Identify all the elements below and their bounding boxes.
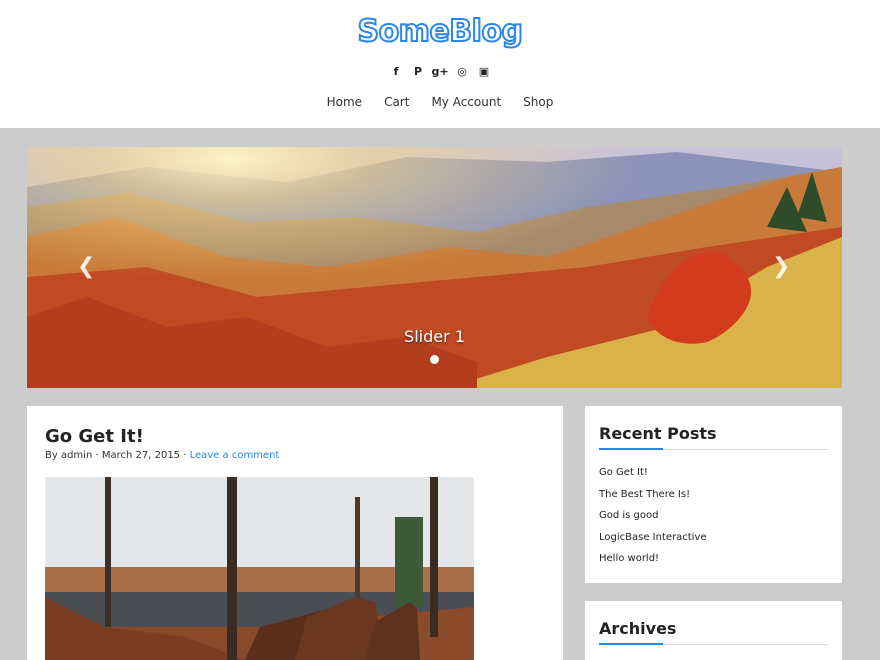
site-header: SomeBlog f P g+ ◎ ▣ Home Cart My Account… — [0, 0, 880, 128]
widget-title: Recent Posts — [599, 424, 717, 443]
post-date: March 27, 2015 — [101, 450, 181, 461]
slider-dot-active[interactable] — [430, 355, 439, 364]
main-nav: Home Cart My Account Shop — [0, 95, 880, 109]
slider-image — [27, 147, 842, 388]
post-featured-image[interactable] — [45, 477, 474, 660]
archives-widget: Archives — [585, 601, 842, 660]
nav-item-my-account[interactable]: My Account — [431, 95, 501, 109]
slider-prev-icon[interactable]: ❮ — [77, 254, 95, 279]
recent-posts-list: Go Get It! The Best There Is! God is goo… — [599, 467, 707, 575]
widget-title: Archives — [599, 619, 677, 638]
site-logo[interactable]: SomeBlog — [0, 13, 880, 50]
post-card: Go Get It! By admin · March 27, 2015 · L… — [27, 406, 563, 660]
recent-posts-widget: Recent Posts Go Get It! The Best There I… — [585, 406, 842, 583]
post-title[interactable]: Go Get It! — [45, 426, 144, 447]
recent-post-link[interactable]: The Best There Is! — [599, 489, 707, 511]
recent-post-link[interactable]: Hello world! — [599, 553, 707, 575]
widget-divider — [599, 643, 828, 645]
pinterest-icon[interactable]: P — [412, 64, 424, 78]
meta-separator: · — [92, 450, 102, 461]
widget-divider-accent — [599, 448, 663, 450]
leave-comment-link[interactable]: Leave a comment — [190, 450, 280, 461]
social-links: f P g+ ◎ ▣ — [0, 64, 880, 78]
post-author: By admin — [45, 450, 93, 461]
facebook-icon[interactable]: f — [390, 64, 402, 78]
google-plus-icon[interactable]: g+ — [431, 64, 448, 78]
recent-post-link[interactable]: God is good — [599, 510, 707, 532]
post-meta: By admin · March 27, 2015 · Leave a comm… — [45, 450, 279, 461]
slider-caption: Slider 1 — [404, 327, 465, 346]
nav-item-cart[interactable]: Cart — [384, 95, 409, 109]
hero-slider — [27, 147, 842, 388]
widget-divider-accent — [599, 643, 663, 645]
recent-post-link[interactable]: Go Get It! — [599, 467, 707, 489]
slider-next-icon[interactable]: ❯ — [772, 254, 790, 279]
recent-post-link[interactable]: LogicBase Interactive — [599, 532, 707, 554]
post-image-graphic — [45, 477, 474, 660]
nav-item-home[interactable]: Home — [327, 95, 362, 109]
meta-separator: · — [180, 450, 190, 461]
widget-divider — [599, 448, 828, 450]
instagram-icon[interactable]: ▣ — [478, 64, 490, 78]
nav-item-shop[interactable]: Shop — [523, 95, 553, 109]
dribbble-icon[interactable]: ◎ — [456, 64, 468, 78]
